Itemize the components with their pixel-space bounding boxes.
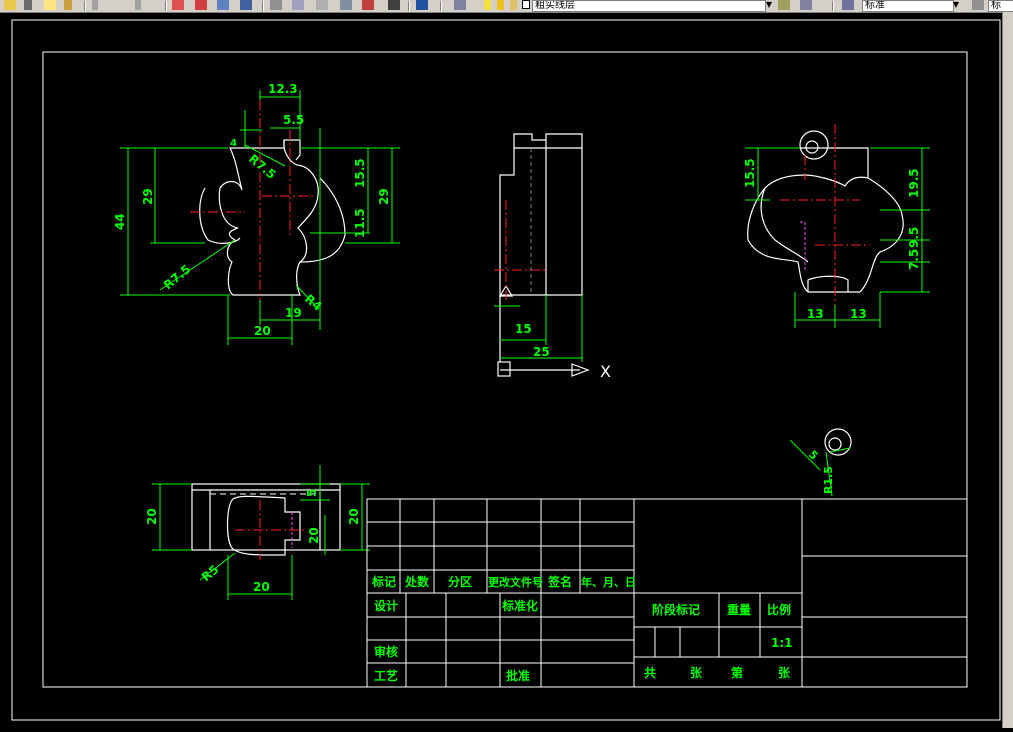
- pen-icon[interactable]: [44, 0, 56, 10]
- scale-value: 1:1: [771, 636, 793, 650]
- open-icon[interactable]: [4, 0, 16, 10]
- markup-icon[interactable]: [362, 0, 374, 10]
- title-block: [366, 498, 968, 688]
- header-nianyueri: 年、月、日: [581, 575, 636, 589]
- dim-44: 44: [113, 213, 127, 230]
- dim-15-5: 15.5: [353, 158, 367, 188]
- separator: [832, 1, 834, 11]
- help-icon[interactable]: [416, 0, 428, 10]
- sun-icon[interactable]: [497, 0, 504, 10]
- stage-zhongliang: 重量: [727, 602, 751, 617]
- text-style-icon[interactable]: [842, 0, 854, 10]
- sheets-zhang2: 张: [778, 665, 791, 680]
- dim-20-bottom: 20: [253, 580, 270, 594]
- front-view: 12.3 5.5 4 29 44 15.5 29 11.5 R7.5 R7.5 …: [113, 82, 400, 345]
- dim-29-right: 29: [377, 188, 391, 205]
- pencil-icon[interactable]: [64, 0, 72, 10]
- lightbulb-icon[interactable]: [484, 0, 491, 10]
- header-fenqu: 分区: [448, 574, 472, 589]
- row-biaozhunhua: 标准化: [501, 598, 538, 613]
- header-gengai: 更改文件号: [488, 575, 543, 589]
- style-combo[interactable]: 标准: [862, 0, 954, 12]
- row-gongyi: 工艺: [374, 668, 398, 683]
- vertical-scrollbar[interactable]: [1002, 12, 1013, 728]
- right-view: 15.5 19.5 9.5 7.5 13 13: [743, 124, 930, 328]
- dim-20: 20: [254, 324, 271, 338]
- bottom-view: 20 5 20 20 R5 20: [145, 465, 370, 600]
- pan-icon[interactable]: [172, 0, 184, 10]
- detail-view: 5 R1.5: [789, 428, 852, 497]
- dim-20-mid: 20: [307, 527, 321, 544]
- dim-20-right: 20: [347, 508, 361, 525]
- sheets-di: 第: [731, 665, 743, 680]
- dim-19: 19: [285, 306, 302, 320]
- dim-r7-5-bottom: R7.5: [161, 262, 193, 292]
- row-pizhun: 批准: [506, 668, 530, 683]
- separator: [165, 1, 167, 11]
- header-biaoji: 标记: [371, 574, 396, 589]
- chevron-down-icon[interactable]: ▼: [764, 0, 774, 10]
- dim-11-5: 11.5: [353, 208, 367, 238]
- dim-29-left: 29: [141, 188, 155, 205]
- chevron-down-icon[interactable]: ▼: [951, 0, 961, 10]
- dim-12-3: 12.3: [268, 82, 298, 96]
- dim-5: 5: [806, 448, 821, 463]
- brush-icon[interactable]: [24, 0, 32, 10]
- dim-r1-5: R1.5: [822, 466, 835, 494]
- separator: [262, 1, 264, 11]
- separator: [84, 1, 86, 11]
- header-chushu: 处数: [404, 574, 430, 589]
- layer-combo[interactable]: 粗实线层: [532, 0, 766, 12]
- dim-20-left: 20: [145, 508, 159, 525]
- dimstyle-icon[interactable]: [972, 0, 984, 10]
- dim-15-5: 15.5: [743, 158, 757, 188]
- layer-manager-icon[interactable]: [454, 0, 466, 10]
- toolpalette-icon[interactable]: [316, 0, 328, 10]
- designcenter-icon[interactable]: [292, 0, 304, 10]
- layer-previous-icon[interactable]: [800, 0, 812, 10]
- drawing-canvas[interactable]: 12.3 5.5 4 29 44 15.5 29 11.5 R7.5 R7.5 …: [0, 12, 1002, 728]
- zoom-previous-icon[interactable]: [240, 0, 252, 10]
- dim-13-left: 13: [807, 307, 824, 321]
- calculator-icon[interactable]: [388, 0, 400, 10]
- dim-4: 4: [230, 138, 237, 149]
- lock-icon[interactable]: [510, 0, 517, 10]
- zoom-icon[interactable]: [195, 0, 207, 10]
- row-sheji: 设计: [374, 598, 398, 613]
- layer-state-icon[interactable]: [778, 0, 790, 10]
- axis-x-label: X: [600, 362, 611, 381]
- separator: [408, 1, 410, 11]
- dimstyle-combo[interactable]: 标: [988, 0, 1013, 12]
- dim-5-5: 5.5: [283, 113, 304, 127]
- dim-5: 5: [305, 489, 319, 497]
- sheets-gong: 共: [644, 665, 656, 680]
- dim-19-5: 19.5: [907, 168, 921, 198]
- undo-icon[interactable]: [92, 0, 98, 10]
- row-shenhe: 审核: [374, 644, 398, 659]
- color-swatch-icon[interactable]: [522, 0, 530, 9]
- header-qianming: 签名: [547, 574, 572, 589]
- dim-7-5: 7.5: [907, 249, 921, 270]
- dim-r7-5-top: R7.5: [246, 152, 278, 182]
- sheets-zhang1: 张: [690, 665, 703, 680]
- sheetset-icon[interactable]: [340, 0, 352, 10]
- zoom-window-icon[interactable]: [217, 0, 229, 10]
- side-view: 15 25 X: [494, 133, 611, 381]
- dim-13-right: 13: [850, 307, 867, 321]
- redo-icon[interactable]: [135, 0, 141, 10]
- dim-15: 15: [515, 322, 532, 336]
- separator: [440, 1, 442, 11]
- stage-jieduan: 阶段标记: [652, 602, 700, 617]
- properties-icon[interactable]: [270, 0, 282, 10]
- dim-25: 25: [533, 345, 550, 359]
- dim-9-5: 9.5: [907, 227, 921, 248]
- stage-bili: 比例: [767, 602, 791, 617]
